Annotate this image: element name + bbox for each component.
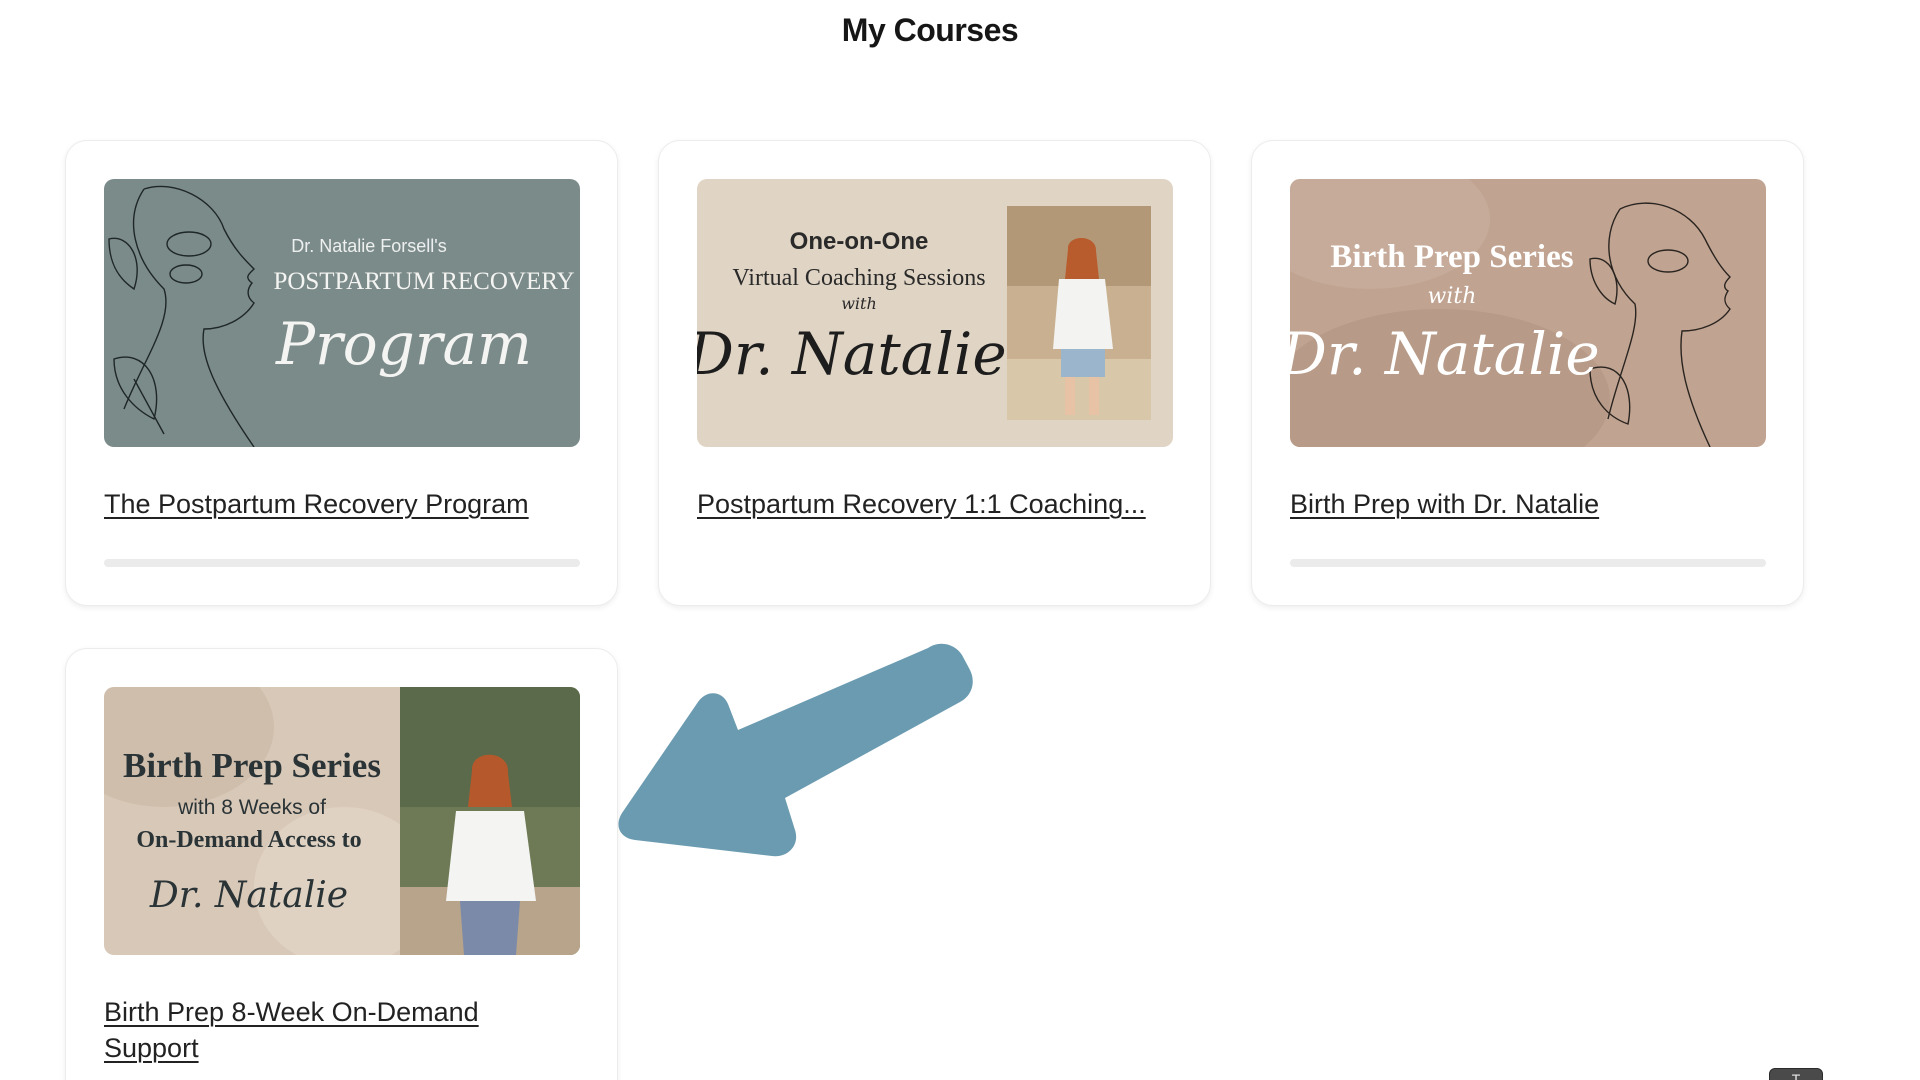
thumb-line4: Dr. Natalie — [149, 875, 348, 916]
course-card[interactable]: One-on-One Virtual Coaching Sessions wit… — [658, 140, 1211, 606]
courses-page: My Courses Dr. Natalie Forsell's POSTPAR… — [0, 0, 1920, 1080]
pointer-arrow-icon — [618, 643, 973, 857]
thumb-line3: Program — [275, 310, 532, 378]
course-title-link[interactable]: Birth Prep 8-Week On-Demand Support — [104, 994, 544, 1066]
thumb-line2: POSTPARTUM RECOVERY — [273, 268, 574, 295]
photo-of-instructor — [1007, 206, 1151, 420]
course-title-link[interactable]: The Postpartum Recovery Program — [104, 486, 584, 522]
thumb-line3: On-Demand Access to — [136, 827, 361, 853]
thumb-line1: Birth Prep Series — [123, 746, 381, 785]
thumb-line2: with 8 Weeks of — [177, 796, 326, 819]
thumb-line2: with — [1428, 284, 1477, 309]
thumb-line1: One-on-One — [790, 228, 929, 255]
thumb-line3: with — [841, 294, 877, 313]
progress-bar — [104, 559, 580, 567]
course-title-link[interactable]: Postpartum Recovery 1:1 Coaching... — [697, 486, 1177, 522]
course-thumbnail[interactable]: One-on-One Virtual Coaching Sessions wit… — [697, 179, 1173, 447]
photo-of-instructor — [400, 687, 580, 955]
thumb-line2: Virtual Coaching Sessions — [732, 265, 985, 291]
progress-bar — [1290, 559, 1766, 567]
chat-widget-icon[interactable]: T — [1769, 1068, 1823, 1080]
course-thumbnail[interactable]: Birth Prep Series with Dr. Natalie — [1290, 179, 1766, 447]
course-thumbnail[interactable]: Birth Prep Series with 8 Weeks of On-Dem… — [104, 687, 580, 955]
thumb-line4: Dr. Natalie — [697, 320, 1007, 388]
course-card[interactable]: Dr. Natalie Forsell's POSTPARTUM RECOVER… — [65, 140, 618, 606]
thumb-line1: Birth Prep Series — [1330, 239, 1573, 275]
course-title-link[interactable]: Birth Prep with Dr. Natalie — [1290, 486, 1770, 522]
course-card[interactable]: Birth Prep Series with 8 Weeks of On-Dem… — [65, 648, 618, 1080]
thumb-line3: Dr. Natalie — [1290, 320, 1600, 388]
course-card[interactable]: Birth Prep Series with Dr. Natalie Birth… — [1251, 140, 1804, 606]
thumb-line1: Dr. Natalie Forsell's — [291, 236, 446, 256]
course-thumbnail[interactable]: Dr. Natalie Forsell's POSTPARTUM RECOVER… — [104, 179, 580, 447]
page-title: My Courses — [841, 12, 1019, 48]
